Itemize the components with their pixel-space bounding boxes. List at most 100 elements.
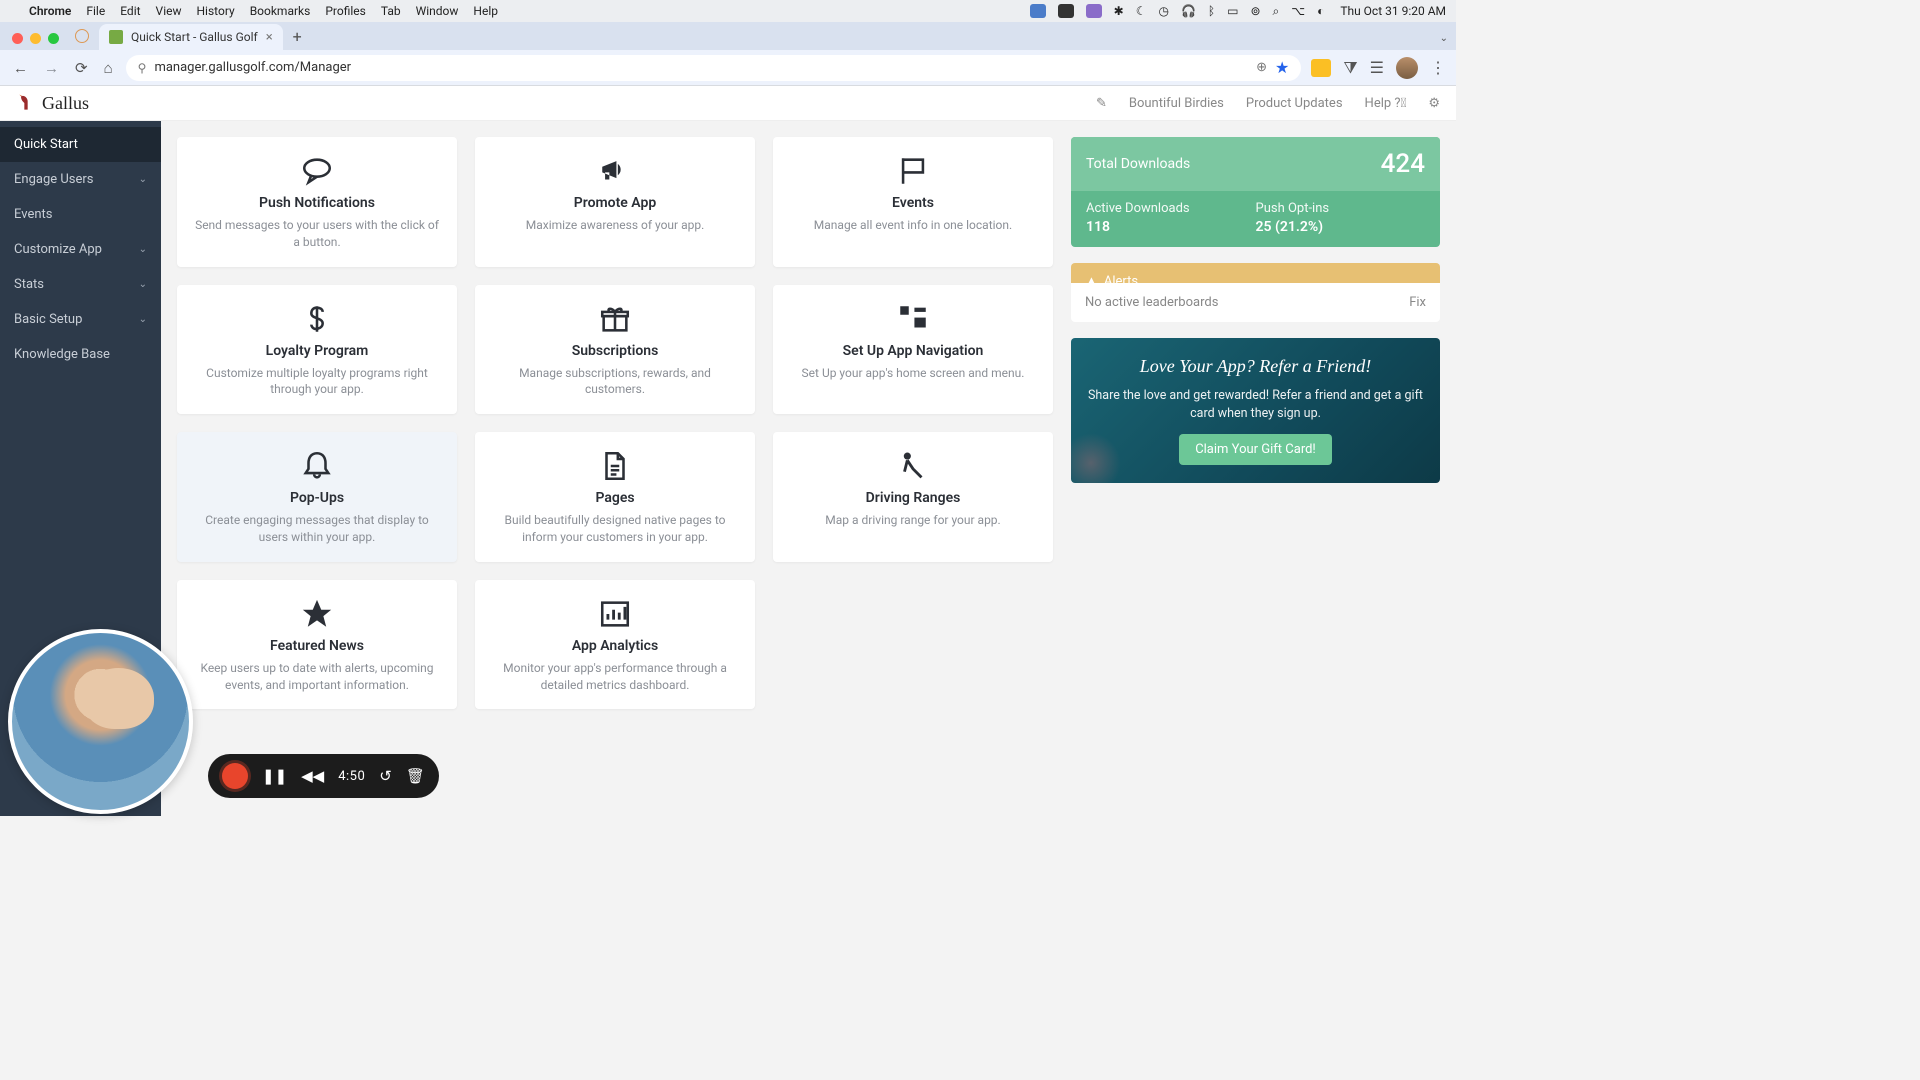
card-featured-news[interactable]: Featured News Keep users up to date with… — [177, 580, 457, 710]
wifi-icon[interactable]: ⊚ — [1250, 4, 1260, 18]
card-desc: Monitor your app's performance through a… — [489, 660, 741, 694]
restart-button[interactable]: ↺ — [379, 767, 392, 785]
card-desc: Manage all event info in one location. — [787, 217, 1039, 234]
menu-edit[interactable]: Edit — [120, 4, 140, 18]
sidebar-item-label: Basic Setup — [14, 312, 82, 327]
settings-gear-icon[interactable]: ⚙ — [1428, 96, 1440, 111]
bookmark-star-icon[interactable]: ★ — [1275, 58, 1289, 77]
status-icon[interactable] — [1030, 4, 1046, 18]
help-icon: ?⃝ — [1394, 96, 1406, 111]
sidebar-item-quick-start[interactable]: Quick Start — [0, 127, 161, 162]
home-button[interactable]: ⌂ — [101, 59, 116, 77]
macos-menubar: Chrome File Edit View History Bookmarks … — [0, 0, 1456, 22]
close-window[interactable] — [12, 33, 23, 44]
claim-gift-card-button[interactable]: Claim Your Gift Card! — [1179, 434, 1332, 465]
pause-button[interactable]: ❚❚ — [262, 767, 287, 785]
main-layout: Quick StartEngage Users⌄EventsCustomize … — [0, 121, 1456, 816]
card-app-analytics[interactable]: App Analytics Monitor your app's perform… — [475, 580, 755, 710]
extension-icon[interactable] — [1311, 59, 1331, 77]
card-title: Subscriptions — [489, 343, 741, 359]
card-desc: Build beautifully designed native pages … — [489, 512, 741, 546]
menu-profiles[interactable]: Profiles — [325, 4, 366, 18]
sidebar-item-engage-users[interactable]: Engage Users⌄ — [0, 162, 161, 197]
recording-webcam-bubble[interactable] — [8, 629, 193, 814]
control-center-icon[interactable]: ⌥ — [1291, 4, 1305, 18]
comment-icon — [191, 153, 443, 189]
zoom-icon[interactable]: ⊕ — [1256, 60, 1267, 75]
profile-avatar[interactable] — [1396, 57, 1418, 79]
extensions-icon[interactable]: ⧩ — [1343, 58, 1357, 78]
sidebar-item-basic-setup[interactable]: Basic Setup ⌄ — [0, 302, 161, 337]
card-desc: Maximize awareness of your app. — [489, 217, 741, 234]
sidebar-item-label: Quick Start — [14, 137, 78, 152]
card-push-notifications[interactable]: Push Notifications Send messages to your… — [177, 137, 457, 267]
menu-file[interactable]: File — [86, 4, 105, 18]
card-promote-app[interactable]: Promote App Maximize awareness of your a… — [475, 137, 755, 267]
sidebar-item-knowledge-base[interactable]: Knowledge Base — [0, 337, 161, 372]
forward-button[interactable]: → — [41, 59, 62, 77]
card-loyalty-program[interactable]: Loyalty Program Customize multiple loyal… — [177, 285, 457, 415]
close-tab-icon[interactable]: × — [266, 30, 273, 45]
siri-icon[interactable]: ◐ — [1317, 4, 1324, 18]
window-controls — [12, 33, 59, 44]
app-name-menu[interactable]: Chrome — [29, 4, 71, 18]
card-pop-ups[interactable]: Pop-Ups Create engaging messages that di… — [177, 432, 457, 562]
alert-fix-link[interactable]: Fix — [1409, 295, 1426, 310]
card-desc: Map a driving range for your app. — [787, 512, 1039, 529]
overflow-menu-icon[interactable]: ⋮ — [1430, 58, 1446, 77]
reload-button[interactable]: ⟳ — [72, 59, 91, 77]
active-downloads-value: 118 — [1086, 219, 1256, 235]
card-desc: Create engaging messages that display to… — [191, 512, 443, 546]
status-icon[interactable] — [1086, 4, 1102, 18]
file-icon — [489, 448, 741, 484]
battery-icon[interactable]: ▭ — [1227, 4, 1238, 18]
chevron-down-icon: ⌄ — [139, 314, 147, 325]
megaphone-icon — [489, 153, 741, 189]
sidebar-item-events[interactable]: Events — [0, 197, 161, 232]
moon-icon[interactable]: ☾ — [1136, 4, 1147, 18]
menu-help[interactable]: Help — [473, 4, 498, 18]
menu-bookmarks[interactable]: Bookmarks — [250, 4, 311, 18]
status-icon[interactable]: ✱ — [1114, 4, 1124, 18]
reading-list-icon[interactable]: ☰ — [1370, 58, 1384, 77]
sidebar-item-customize-app[interactable]: Customize App⌄ — [0, 232, 161, 267]
card-pages[interactable]: Pages Build beautifully designed native … — [475, 432, 755, 562]
card-subscriptions[interactable]: Subscriptions Manage subscriptions, rewa… — [475, 285, 755, 415]
org-link[interactable]: Bountiful Birdies — [1129, 96, 1224, 111]
tabstrip-expand-icon[interactable]: ⌄ — [1440, 33, 1448, 44]
browser-tab[interactable]: Quick Start - Gallus Golf × — [99, 24, 283, 50]
browser-toolbar: ← → ⟳ ⌂ ⚲ manager.gallusgolf.com/Manager… — [0, 50, 1456, 86]
brand-logo[interactable]: Gallus — [16, 93, 89, 114]
clock-icon[interactable]: ◷ — [1158, 4, 1168, 18]
card-title: Featured News — [191, 638, 443, 654]
back-button[interactable]: ← — [10, 59, 31, 77]
clock[interactable]: Thu Oct 31 9:20 AM — [1340, 4, 1446, 18]
push-optins-label: Push Opt-ins — [1256, 201, 1426, 216]
delete-button[interactable]: 🗑 — [406, 767, 425, 785]
menu-tab[interactable]: Tab — [381, 4, 401, 18]
card-desc: Customize multiple loyalty programs righ… — [191, 365, 443, 399]
card-driving-ranges[interactable]: Driving Ranges Map a driving range for y… — [773, 432, 1053, 562]
rewind-button[interactable]: ◀◀ — [301, 767, 324, 785]
card-set-up-app-navigation[interactable]: Set Up App Navigation Set Up your app's … — [773, 285, 1053, 415]
new-tab-button[interactable]: + — [283, 27, 312, 50]
address-bar[interactable]: ⚲ manager.gallusgolf.com/Manager ⊕ ★ — [126, 55, 1302, 81]
minimize-window[interactable] — [30, 33, 41, 44]
menu-history[interactable]: History — [197, 4, 235, 18]
card-events[interactable]: Events Manage all event info in one loca… — [773, 137, 1053, 267]
site-info-icon[interactable]: ⚲ — [138, 61, 147, 75]
search-icon[interactable]: ⌕ — [1273, 4, 1280, 19]
edit-icon[interactable]: ✎ — [1096, 96, 1107, 111]
maximize-window[interactable] — [48, 33, 59, 44]
bluetooth-icon[interactable]: ᛒ — [1208, 4, 1215, 18]
menu-view[interactable]: View — [156, 4, 182, 18]
headphones-icon[interactable]: 🎧 — [1181, 4, 1196, 18]
flag-icon — [787, 153, 1039, 189]
help-link[interactable]: Help ?⃝ — [1365, 96, 1407, 111]
stop-record-button[interactable] — [222, 763, 248, 789]
product-updates-link[interactable]: Product Updates — [1246, 96, 1343, 111]
sidebar-item-stats[interactable]: Stats⌄ — [0, 267, 161, 302]
status-icon[interactable] — [1058, 4, 1074, 18]
tab-search-icon[interactable] — [75, 29, 89, 43]
menu-window[interactable]: Window — [416, 4, 459, 18]
